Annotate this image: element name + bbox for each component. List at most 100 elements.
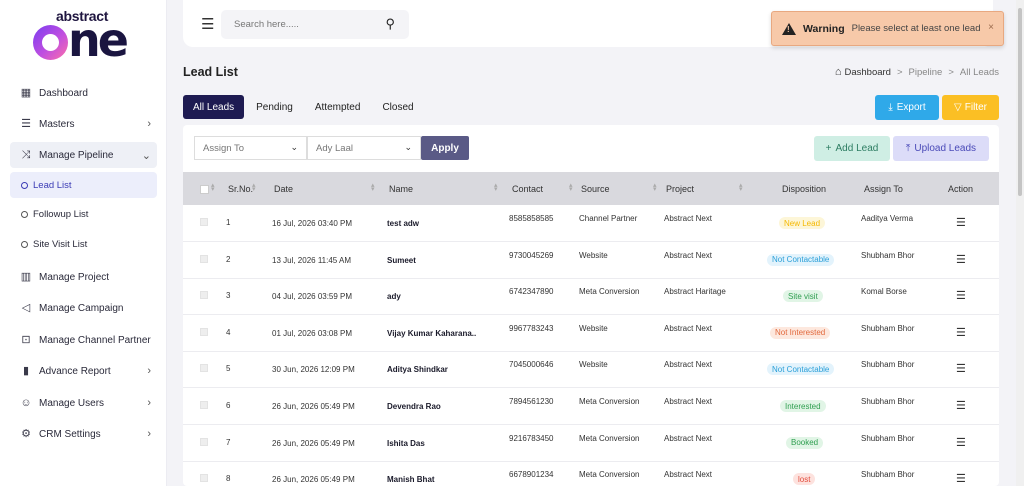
breadcrumb-separator: > <box>896 66 903 78</box>
cell-name[interactable]: ady <box>387 292 401 301</box>
search-input[interactable]: Search here..... ⚲ <box>221 10 409 39</box>
row-action-menu-icon[interactable]: ☰ <box>956 362 966 375</box>
export-button[interactable]: ⤓ Export <box>875 95 939 120</box>
cell-contact: 9216783450 <box>509 433 554 443</box>
cell-source: Website <box>579 323 608 333</box>
close-icon[interactable]: × <box>988 22 994 33</box>
sidebar-item-label: Manage Users <box>39 397 105 409</box>
app-logo[interactable]: abstract ✦ ne <box>30 8 138 66</box>
megaphone-icon: ◁ <box>21 302 31 314</box>
cell-source: Channel Partner <box>579 214 638 223</box>
column-header-disposition[interactable]: Disposition <box>782 184 826 194</box>
home-icon[interactable]: ⌂ <box>835 66 842 78</box>
row-checkbox[interactable] <box>200 474 208 483</box>
cell-name[interactable]: Aditya Shindkar <box>387 365 448 374</box>
sidebar-item-manage-pipeline[interactable]: ⤨ Manage Pipeline ⌄ <box>10 142 157 168</box>
add-lead-button[interactable]: + Add Lead <box>814 136 890 161</box>
cell-project: Abstract Next <box>664 250 713 260</box>
cell-name[interactable]: Sumeet <box>387 256 416 265</box>
table-row[interactable]: 2 13 Jul, 2026 11:45 AM Sumeet 9730045269 We… <box>183 242 999 279</box>
breadcrumb-pipeline[interactable]: Pipeline <box>909 67 943 78</box>
tab-closed[interactable]: Closed <box>372 95 423 119</box>
sort-icon[interactable]: ▴ ▾ <box>494 182 498 193</box>
row-action-menu-icon[interactable]: ☰ <box>956 216 966 229</box>
cell-name[interactable]: Ishita Das <box>387 439 425 448</box>
row-checkbox[interactable] <box>200 327 208 336</box>
search-icon[interactable]: ⚲ <box>385 16 395 32</box>
chevron-right-icon: › <box>147 428 151 440</box>
cell-contact: 6742347890 <box>509 287 554 297</box>
cell-name[interactable]: Vijay Kumar Kaharana.. <box>387 329 476 338</box>
table-row[interactable]: 7 26 Jun, 2026 05:49 PM Ishita Das 92167834… <box>183 425 999 462</box>
row-action-menu-icon[interactable]: ☰ <box>956 399 966 412</box>
sort-icon[interactable]: ▴ ▾ <box>211 182 215 193</box>
sidebar-item-manage-users[interactable]: ☺ Manage Users › <box>10 390 157 416</box>
row-action-menu-icon[interactable]: ☰ <box>956 289 966 302</box>
hamburger-menu-icon[interactable]: ☰ <box>201 15 214 33</box>
row-action-menu-icon[interactable]: ☰ <box>956 253 966 266</box>
building-icon: ▥ <box>20 271 32 283</box>
tab-all-leads[interactable]: All Leads <box>183 95 245 119</box>
table-row[interactable]: 6 26 Jun, 2026 05:49 PM Devendra Rao 789456… <box>183 388 999 425</box>
sidebar-subitem-site-visit-list[interactable]: Site Visit List <box>10 231 157 257</box>
row-checkbox[interactable] <box>200 401 208 409</box>
row-checkbox[interactable] <box>200 254 208 263</box>
row-checkbox[interactable] <box>200 218 208 226</box>
table-row[interactable]: 1 16 Jul, 2026 03:40 PM test adw 8585858585… <box>183 205 999 242</box>
user-select[interactable]: Ady Laal ⌄ <box>307 136 421 160</box>
row-checkbox[interactable] <box>200 437 208 446</box>
table-row[interactable]: 5 30 Jun, 2026 12:09 PM Aditya Shindkar 704… <box>183 351 999 389</box>
row-action-menu-icon[interactable]: ☰ <box>956 436 966 449</box>
row-checkbox[interactable] <box>200 364 208 373</box>
row-action-menu-icon[interactable]: ☰ <box>956 472 966 485</box>
column-header-date[interactable]: Date <box>274 184 293 194</box>
sidebar-item-manage-campaign[interactable]: ◁ Manage Campaign <box>10 295 157 321</box>
cell-name[interactable]: Manish Bhat <box>387 475 435 484</box>
upload-leads-button[interactable]: ⤒ Upload Leads <box>893 136 989 161</box>
sort-icon[interactable]: ▴ ▾ <box>569 182 573 193</box>
tab-pending[interactable]: Pending <box>246 95 303 119</box>
sidebar-subitem-followup-list[interactable]: Followup List <box>10 201 157 227</box>
sort-icon[interactable]: ▴ ▾ <box>371 182 375 193</box>
sidebar-item-masters[interactable]: ☰ Masters › <box>10 111 157 137</box>
sidebar-item-crm-settings[interactable]: ⚙ CRM Settings › <box>10 421 157 447</box>
assign-to-select[interactable]: Assign To ⌄ <box>194 136 307 160</box>
sort-icon[interactable]: ▴ ▾ <box>252 182 256 193</box>
breadcrumb-dashboard[interactable]: Dashboard <box>844 67 890 78</box>
chevron-down-icon: ⌄ <box>404 142 412 152</box>
column-header-contact[interactable]: Contact <box>512 184 543 194</box>
sidebar-item-dashboard[interactable]: ▦ Dashboard <box>10 80 157 106</box>
table-row[interactable]: 3 04 Jul, 2026 03:59 PM ady 6742347890 Meta … <box>183 278 999 316</box>
tab-attempted[interactable]: Attempted <box>305 95 371 119</box>
column-header-srno[interactable]: Sr.No. <box>228 184 253 194</box>
circle-icon <box>21 210 28 218</box>
column-header-source[interactable]: Source <box>581 184 610 194</box>
cell-project: Abstract Next <box>664 323 713 333</box>
cell-srno: 8 <box>226 474 231 484</box>
table-row[interactable]: 8 26 Jun, 2026 05:49 PM Manish Bhat 6678901… <box>183 461 999 486</box>
cell-name[interactable]: test adw <box>387 219 419 228</box>
sidebar-item-manage-project[interactable]: ▥ Manage Project <box>10 264 157 290</box>
row-action-menu-icon[interactable]: ☰ <box>956 326 966 339</box>
select-all-checkbox[interactable] <box>200 185 209 194</box>
filter-button[interactable]: ▽ Filter <box>942 95 999 120</box>
sidebar-subitem-lead-list[interactable]: Lead List <box>10 172 157 198</box>
column-header-project[interactable]: Project <box>666 184 694 194</box>
breadcrumb-all-leads: All Leads <box>959 66 999 78</box>
column-header-name[interactable]: Name <box>389 184 413 194</box>
apply-button[interactable]: Apply <box>421 136 469 160</box>
sidebar-item-advance-report[interactable]: ▮ Advance Report › <box>10 358 157 384</box>
sort-icon[interactable]: ▴ ▾ <box>653 182 657 193</box>
chevron-right-icon: › <box>147 397 151 409</box>
cell-date: 26 Jun, 2026 05:49 PM <box>272 475 355 485</box>
scrollbar-thumb[interactable] <box>1018 8 1022 196</box>
cell-name[interactable]: Devendra Rao <box>387 402 441 411</box>
page-scrollbar[interactable] <box>1016 0 1024 486</box>
sidebar-item-label: Manage Campaign <box>39 302 124 314</box>
sidebar-subitem-label: Followup List <box>33 208 89 220</box>
sidebar-item-manage-channel-partner[interactable]: ⊡ Manage Channel Partner <box>10 327 157 353</box>
column-header-assign-to[interactable]: Assign To <box>864 184 903 194</box>
table-row[interactable]: 4 01 Jul, 2026 03:08 PM Vijay Kumar Kahara… <box>183 315 999 352</box>
row-checkbox[interactable] <box>200 291 208 300</box>
sort-icon[interactable]: ▴ ▾ <box>739 182 743 193</box>
